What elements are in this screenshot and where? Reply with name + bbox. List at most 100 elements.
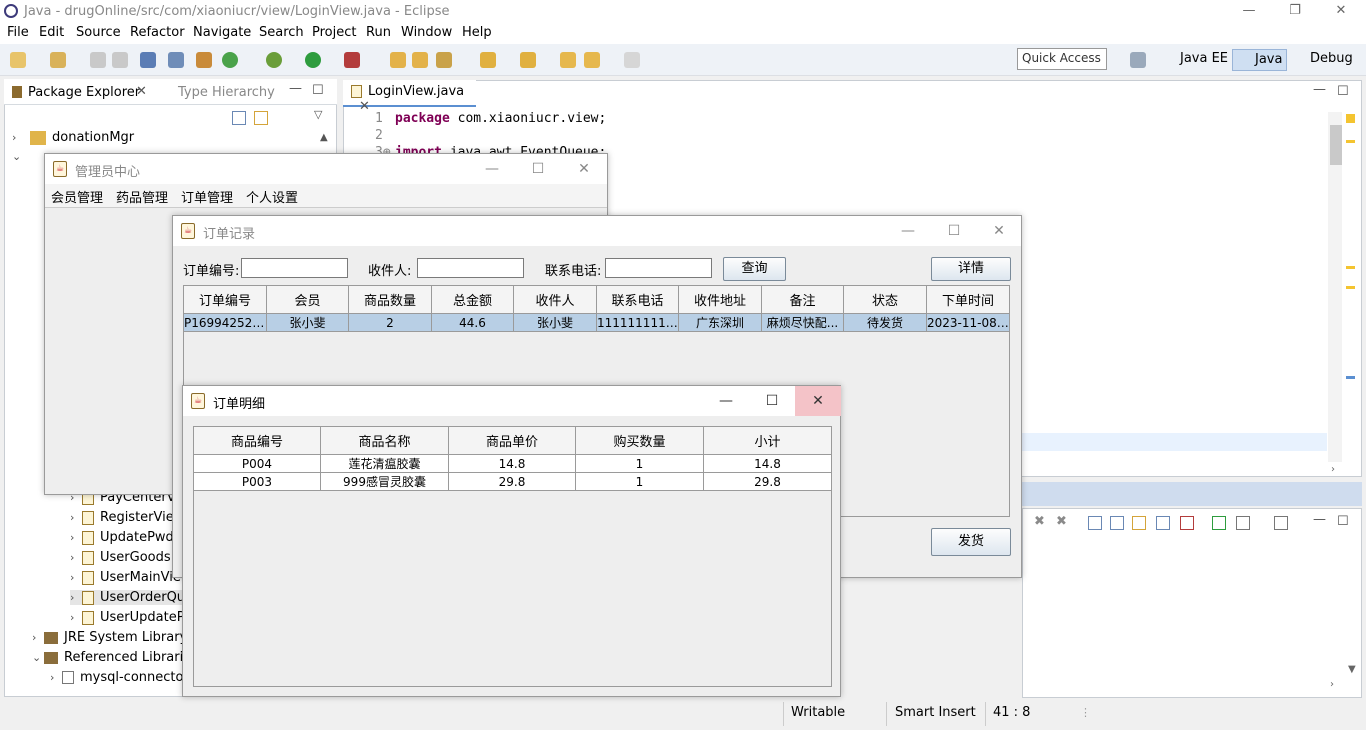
receiver-input[interactable]: [417, 258, 524, 278]
table-cell[interactable]: 29.8: [703, 472, 832, 491]
forward-icon[interactable]: [624, 52, 640, 68]
tab-loginview-java[interactable]: LoginView.java ✕: [343, 80, 476, 114]
run-icon[interactable]: [305, 52, 321, 68]
tab-type-hierarchy[interactable]: Type Hierarchy: [178, 85, 275, 100]
table-cell[interactable]: 14.8: [703, 454, 832, 473]
tree-file-userupdatep[interactable]: › UserUpdateP: [70, 610, 185, 625]
tree-referenced-libraries[interactable]: ⌄ Referenced Librarie: [32, 650, 191, 665]
pencil-icon[interactable]: [436, 52, 452, 68]
warning-marker[interactable]: [1346, 140, 1355, 143]
bottom-vscroll-arrow[interactable]: ▼: [1348, 664, 1356, 675]
order-no-input[interactable]: [241, 258, 348, 278]
column-header[interactable]: 下单时间: [926, 285, 1010, 314]
panel-minimize-icon[interactable]: —: [1313, 512, 1326, 527]
column-header[interactable]: 商品单价: [448, 426, 576, 455]
table-cell[interactable]: 11111111111: [596, 313, 679, 332]
table-row[interactable]: P004 莲花清瘟胶囊 14.8 1 14.8: [193, 454, 832, 473]
open-console-icon[interactable]: [1274, 516, 1288, 530]
menu-personal-settings[interactable]: 个人设置: [246, 187, 298, 206]
close-icon[interactable]: ✕: [976, 216, 1022, 246]
collapse-icon[interactable]: ⌄: [12, 150, 21, 163]
column-header[interactable]: 商品名称: [320, 426, 449, 455]
order-window-titlebar[interactable]: ☕ 订单记录 — ☐ ✕: [173, 216, 1021, 246]
status-trim-handle[interactable]: ⋮: [1080, 706, 1091, 719]
menu-refactor[interactable]: Refactor: [130, 25, 185, 40]
table-cell[interactable]: 1: [575, 472, 704, 491]
column-header[interactable]: 订单编号: [183, 285, 267, 314]
table-cell[interactable]: 2: [348, 313, 432, 332]
column-header[interactable]: 收件人: [513, 285, 597, 314]
open-file-icon[interactable]: [412, 52, 428, 68]
tree-mysql-connector[interactable]: › mysql-connector: [50, 670, 189, 685]
maximize-icon[interactable]: ☐: [931, 216, 977, 246]
close-tab-icon[interactable]: ✕: [136, 84, 147, 99]
query-button[interactable]: 查询: [723, 257, 786, 281]
maximize-view-icon[interactable]: ☐: [312, 83, 324, 98]
pin-console-icon[interactable]: [1212, 516, 1226, 530]
column-header[interactable]: 会员: [266, 285, 349, 314]
table-cell[interactable]: P003: [193, 472, 321, 491]
table-row[interactable]: P003 999感冒灵胶囊 29.8 1 29.8: [193, 472, 832, 491]
debug-icon[interactable]: [266, 52, 282, 68]
open-folder-icon[interactable]: [390, 52, 406, 68]
table-cell[interactable]: 张小斐: [266, 313, 349, 332]
remove-launch-icon[interactable]: ✖: [1034, 514, 1045, 529]
tree-jre-library[interactable]: › JRE System Library: [32, 630, 187, 645]
column-header[interactable]: 总金额: [431, 285, 514, 314]
minimize-icon[interactable]: —: [885, 216, 931, 246]
column-header[interactable]: 购买数量: [575, 426, 704, 455]
open-perspective-icon[interactable]: [1130, 52, 1146, 68]
console-icon[interactable]: [140, 52, 156, 68]
tree-file-usermainview[interactable]: › UserMainVie: [70, 570, 181, 585]
column-header[interactable]: 状态: [843, 285, 927, 314]
menu-project[interactable]: Project: [312, 25, 356, 40]
table-cell[interactable]: P004: [193, 454, 321, 473]
save-all-icon[interactable]: [112, 52, 128, 68]
table-cell[interactable]: 麻烦尽快配...: [761, 313, 844, 332]
display-console-icon[interactable]: [1236, 516, 1250, 530]
annotation-prev-icon[interactable]: [520, 52, 536, 68]
menu-member-management[interactable]: 会员管理: [51, 187, 103, 206]
perspective-java-ee[interactable]: Java EE: [1158, 49, 1232, 71]
maximize-icon[interactable]: ☐: [515, 154, 561, 184]
column-header[interactable]: 小计: [703, 426, 832, 455]
column-header[interactable]: 联系电话: [596, 285, 679, 314]
tree-item-donationmgr[interactable]: › donationMgr: [12, 130, 134, 145]
external-tools-icon[interactable]: [344, 52, 360, 68]
link-editor-icon[interactable]: [254, 111, 268, 125]
menu-drug-management[interactable]: 药品管理: [116, 187, 168, 206]
table-cell[interactable]: 待发货: [843, 313, 927, 332]
menu-run[interactable]: Run: [366, 25, 391, 40]
tree-file-updatepwd[interactable]: › UpdatePwd: [70, 530, 174, 545]
console-toolbar-icon[interactable]: [1156, 516, 1170, 530]
menu-help[interactable]: Help: [462, 25, 492, 40]
remove-all-icon[interactable]: ✖: [1056, 514, 1067, 529]
console-toolbar-icon[interactable]: [1180, 516, 1194, 530]
table-cell[interactable]: P169942521...: [183, 313, 267, 332]
tree-file-userorderquery[interactable]: › UserOrderQu: [70, 590, 186, 605]
warning-marker[interactable]: [1346, 114, 1355, 123]
tree-file-registerview[interactable]: › RegisterVie: [70, 510, 174, 525]
minimize-icon[interactable]: —: [469, 154, 515, 184]
table-cell[interactable]: 2023-11-08 ...: [926, 313, 1010, 332]
perspective-debug[interactable]: Debug: [1288, 49, 1357, 71]
editor-minimize-icon[interactable]: —: [1313, 82, 1326, 97]
table-cell[interactable]: 14.8: [448, 454, 576, 473]
perspective-java[interactable]: Java: [1232, 49, 1288, 71]
menu-file[interactable]: File: [7, 25, 29, 40]
panel-maximize-icon[interactable]: ☐: [1337, 514, 1349, 529]
table-cell[interactable]: 莲花清瘟胶囊: [320, 454, 449, 473]
table-cell[interactable]: 广东深圳: [678, 313, 762, 332]
maximize-icon[interactable]: ☐: [749, 386, 795, 416]
new-package-icon[interactable]: [50, 52, 66, 68]
bottom-hscroll-arrow[interactable]: ›: [1330, 679, 1334, 690]
tree-file-usergoods[interactable]: › UserGoods: [70, 550, 171, 565]
close-icon[interactable]: ✕: [561, 154, 607, 184]
close-tab-icon[interactable]: ✕: [359, 99, 370, 114]
console-toolbar-icon[interactable]: [1088, 516, 1102, 530]
menu-source[interactable]: Source: [76, 25, 121, 40]
table-cell[interactable]: 999感冒灵胶囊: [320, 472, 449, 491]
new-icon[interactable]: [10, 52, 26, 68]
occurrence-marker[interactable]: [1346, 376, 1355, 379]
phone-input[interactable]: [605, 258, 712, 278]
